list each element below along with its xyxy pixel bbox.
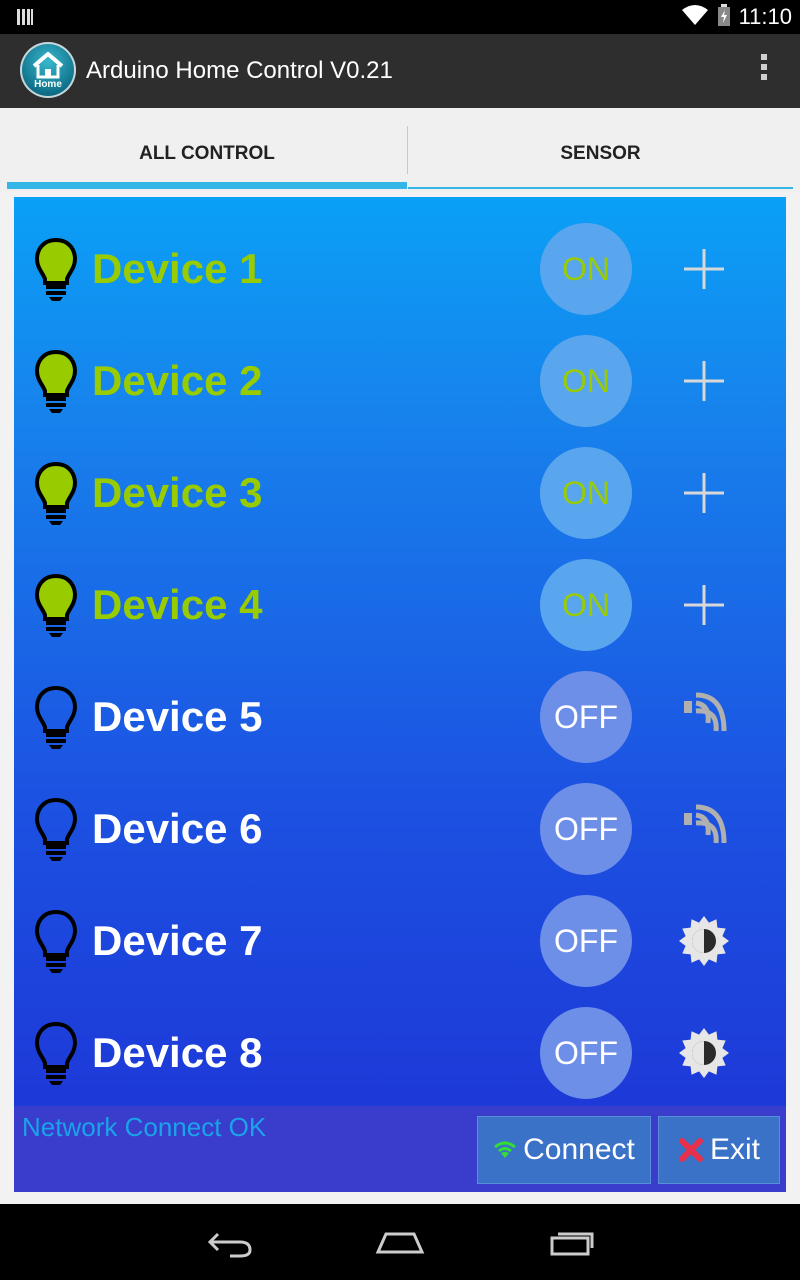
bulb-icon xyxy=(34,573,78,639)
back-icon[interactable] xyxy=(200,1222,260,1262)
clock: 11:10 xyxy=(738,4,792,29)
bulb-icon xyxy=(34,685,78,751)
tab-bar: ALL CONTROL SENSOR xyxy=(0,108,800,192)
device-toggle-button[interactable]: OFF xyxy=(540,671,632,763)
motion-sensor-icon[interactable] xyxy=(678,803,730,855)
device-row: Device 7 OFF xyxy=(14,885,786,997)
device-toggle-button[interactable]: ON xyxy=(540,559,632,651)
exit-button[interactable]: Exit xyxy=(658,1116,780,1184)
action-bar: Home Arduino Home Control V0.21 xyxy=(0,34,800,108)
device-row: Device 8 OFF xyxy=(14,997,786,1109)
wifi-icon xyxy=(681,4,709,31)
device-name: Device 3 xyxy=(92,469,263,516)
tab-all-control[interactable]: ALL CONTROL xyxy=(7,108,407,192)
recent-apps-icon[interactable] xyxy=(542,1222,602,1262)
brightness-icon[interactable] xyxy=(678,915,730,967)
device-name: Device 5 xyxy=(92,693,263,740)
app-home-icon[interactable]: Home xyxy=(20,42,76,98)
network-status-text: Network Connect OK xyxy=(22,1112,267,1142)
device-row: Device 4 ON xyxy=(14,549,786,661)
overflow-menu-icon[interactable] xyxy=(758,54,770,88)
connect-button[interactable]: Connect xyxy=(477,1116,651,1184)
device-row: Device 6 OFF xyxy=(14,773,786,885)
device-toggle-button[interactable]: ON xyxy=(540,335,632,427)
tab-indicator-selected xyxy=(7,182,407,189)
bulb-icon xyxy=(34,461,78,527)
device-toggle-button[interactable]: OFF xyxy=(540,783,632,875)
plus-icon[interactable] xyxy=(678,467,730,519)
device-row: Device 2 ON xyxy=(14,325,786,437)
footer-bar: Network Connect OK Connect Exit xyxy=(14,1106,786,1192)
device-name: Device 4 xyxy=(92,581,263,628)
app-icon-label: Home xyxy=(34,79,62,90)
exit-button-label: Exit xyxy=(709,1133,760,1166)
bulb-icon xyxy=(34,237,78,303)
main-content: ALL CONTROL SENSOR Device 1 ON Device 2 ON D… xyxy=(0,108,800,1204)
home-icon[interactable] xyxy=(370,1222,430,1262)
connect-button-label: Connect xyxy=(523,1133,635,1166)
device-toggle-button[interactable]: OFF xyxy=(540,895,632,987)
navigation-bar xyxy=(0,1204,800,1280)
bulb-icon xyxy=(34,349,78,415)
bulb-icon xyxy=(34,909,78,975)
wifi-connect-icon xyxy=(494,1141,517,1158)
plus-icon[interactable] xyxy=(678,243,730,295)
plus-icon[interactable] xyxy=(678,355,730,407)
device-row: Device 1 ON xyxy=(14,213,786,325)
device-name: Device 2 xyxy=(92,357,263,404)
device-panel: Device 1 ON Device 2 ON Device 3 ON Device 4 ON… xyxy=(14,197,786,1192)
device-name: Device 8 xyxy=(92,1029,263,1076)
device-toggle-button[interactable]: OFF xyxy=(540,1007,632,1099)
device-name: Device 6 xyxy=(92,805,263,852)
bulb-icon xyxy=(34,1021,78,1087)
brightness-icon[interactable] xyxy=(678,1027,730,1079)
device-name: Device 7 xyxy=(92,917,263,964)
device-toggle-button[interactable]: ON xyxy=(540,223,632,315)
motion-sensor-icon[interactable] xyxy=(678,691,730,743)
plus-icon[interactable] xyxy=(678,579,730,631)
notification-icon xyxy=(16,8,34,31)
tab-sensor[interactable]: SENSOR xyxy=(408,108,793,192)
app-title: Arduino Home Control V0.21 xyxy=(86,57,393,84)
close-icon xyxy=(678,1138,703,1162)
battery-icon xyxy=(717,3,731,31)
device-name: Device 1 xyxy=(92,245,263,292)
device-row: Device 5 OFF xyxy=(14,661,786,773)
tab-indicator xyxy=(408,187,793,189)
status-bar: 11:10 xyxy=(0,0,800,34)
device-row: Device 3 ON xyxy=(14,437,786,549)
device-toggle-button[interactable]: ON xyxy=(540,447,632,539)
bulb-icon xyxy=(34,797,78,863)
